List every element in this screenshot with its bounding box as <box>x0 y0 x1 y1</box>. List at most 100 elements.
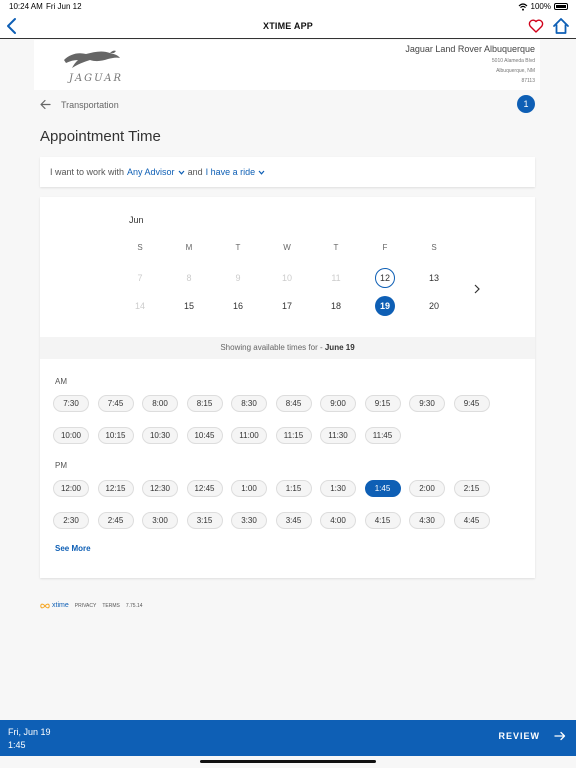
home-indicator <box>200 760 376 763</box>
time-slot[interactable]: 9:30 <box>409 395 445 412</box>
jaguar-leaper-icon <box>64 50 120 68</box>
dealer-address-line-2: Albuquerque, NM <box>496 68 535 74</box>
see-more-link[interactable]: See More <box>55 544 91 553</box>
battery-percent: 100% <box>530 2 551 11</box>
time-slot[interactable]: 12:15 <box>97 480 134 497</box>
heart-icon[interactable] <box>528 18 544 34</box>
time-slot[interactable]: 8:00 <box>142 395 178 412</box>
calendar-day[interactable]: 12 <box>375 268 395 288</box>
time-slot[interactable]: 3:45 <box>275 512 312 529</box>
dealer-address-line-1: 5010 Alameda Blvd <box>491 58 535 64</box>
review-button[interactable]: REVIEW <box>498 731 566 741</box>
arrow-left-icon[interactable] <box>40 99 51 110</box>
time-slot[interactable]: 4:00 <box>320 512 356 529</box>
time-slot[interactable]: 2:00 <box>409 480 445 497</box>
time-slot[interactable]: 2:15 <box>453 480 490 497</box>
calendar-day[interactable]: 18 <box>326 296 346 316</box>
calendar-day: 8 <box>186 273 192 283</box>
step-badge: 1 <box>517 95 535 113</box>
bottom-summary-bar: Fri, Jun 19 1:45 REVIEW <box>0 720 576 756</box>
time-slot[interactable]: 2:30 <box>53 512 89 529</box>
calendar-day[interactable]: 13 <box>424 268 444 288</box>
time-slot[interactable]: 9:00 <box>320 395 356 412</box>
weekday-label: M <box>185 243 193 252</box>
review-label: REVIEW <box>498 731 540 741</box>
appointment-card: Jun S M T W T F S 7 8 9 10 11 12 13 14 15 16 17 18 19 20 Sh… <box>40 197 535 578</box>
calendar-day[interactable]: 19 <box>375 296 395 316</box>
time-slot[interactable]: 1:30 <box>320 480 356 497</box>
time-slot[interactable]: 10:45 <box>186 427 223 444</box>
time-slot[interactable]: 8:30 <box>231 395 267 412</box>
time-slot[interactable]: 4:45 <box>453 512 490 529</box>
time-slot[interactable]: 3:00 <box>142 512 178 529</box>
weekday-label: T <box>235 243 241 252</box>
time-slot[interactable]: 10:00 <box>53 427 89 444</box>
weekday-label: F <box>382 243 388 252</box>
selected-time: 1:45 <box>8 740 26 750</box>
chevron-right-icon[interactable] <box>472 283 482 295</box>
selected-date: Fri, Jun 19 <box>8 727 51 737</box>
app-version: 7.75.14 <box>125 602 143 609</box>
ride-dropdown[interactable]: I have a ride <box>206 167 266 177</box>
terms-link[interactable]: TERMS <box>102 603 120 609</box>
time-slot[interactable]: 12:30 <box>142 480 178 497</box>
advisor-dropdown[interactable]: Any Advisor <box>127 167 185 177</box>
brand-wordmark: JAGUAR <box>68 73 124 84</box>
home-icon[interactable] <box>552 17 570 35</box>
time-slot[interactable]: 4:15 <box>364 512 401 529</box>
calendar-day[interactable]: 16 <box>228 296 248 316</box>
showing-bar: Showing available times for - June 19 <box>40 337 535 359</box>
wifi-icon <box>518 2 527 11</box>
time-slot[interactable]: 3:30 <box>231 512 267 529</box>
calendar-day[interactable]: 15 <box>179 296 199 316</box>
time-slot[interactable]: 11:15 <box>275 427 312 444</box>
weekday-label: W <box>283 243 291 252</box>
dealer-header: JAGUAR Jaguar Land Rover Albuquerque 501… <box>34 40 540 90</box>
time-slot[interactable]: 1:00 <box>231 480 267 497</box>
time-slot[interactable]: 11:45 <box>364 427 401 444</box>
breadcrumb-label[interactable]: Transportation <box>61 100 119 110</box>
ride-dropdown-label: I have a ride <box>205 167 256 177</box>
time-slot[interactable]: 8:15 <box>186 395 223 412</box>
time-slot[interactable]: 11:00 <box>231 427 267 444</box>
weekday-label: S <box>431 243 437 252</box>
time-slot[interactable]: 1:45 <box>364 480 401 497</box>
infinity-icon <box>40 603 50 608</box>
calendar-day: 14 <box>134 301 145 311</box>
calendar-day: 9 <box>235 273 241 283</box>
time-slot[interactable]: 10:15 <box>97 427 134 444</box>
jaguar-logo: JAGUAR <box>56 46 136 86</box>
calendar-month: Jun <box>129 215 144 225</box>
nav-bar: XTIME APP <box>0 13 576 39</box>
time-slot[interactable]: 4:30 <box>409 512 445 529</box>
time-slot[interactable]: 7:30 <box>53 395 89 412</box>
calendar-day: 7 <box>137 273 143 283</box>
time-slot[interactable]: 10:30 <box>142 427 178 444</box>
advisor-prefix: I want to work with <box>50 167 125 177</box>
time-slot[interactable]: 3:15 <box>186 512 223 529</box>
time-slot[interactable]: 2:45 <box>97 512 134 529</box>
time-slot[interactable]: 9:15 <box>364 395 401 412</box>
calendar-day[interactable]: 20 <box>424 296 444 316</box>
arrow-right-icon <box>554 731 566 741</box>
time-slot[interactable]: 12:00 <box>53 480 89 497</box>
time-slot[interactable]: 11:30 <box>320 427 356 444</box>
breadcrumb: Transportation 1 <box>40 95 535 113</box>
time-slot[interactable]: 8:45 <box>275 395 312 412</box>
calendar-day: 10 <box>281 273 292 283</box>
advisor-selector-card: I want to work with Any Advisor and I ha… <box>40 157 535 187</box>
am-label: AM <box>55 377 67 386</box>
time-slot[interactable]: 12:45 <box>186 480 223 497</box>
time-slot[interactable]: 9:45 <box>453 395 490 412</box>
status-bar: 10:24 AM Fri Jun 12 100% <box>0 0 576 13</box>
time-slot[interactable]: 7:45 <box>97 395 134 412</box>
showing-date: June 19 <box>324 343 355 352</box>
calendar-day: 11 <box>331 273 341 283</box>
time-slot[interactable]: 1:15 <box>275 480 312 497</box>
chevron-down-icon <box>258 170 265 175</box>
privacy-link[interactable]: PRIVACY <box>75 603 97 609</box>
dealer-name: Jaguar Land Rover Albuquerque <box>405 44 535 54</box>
footer: xtime PRIVACY TERMS 7.75.14 <box>40 602 143 609</box>
calendar-day[interactable]: 17 <box>277 296 297 316</box>
weekday-label: S <box>137 243 143 252</box>
